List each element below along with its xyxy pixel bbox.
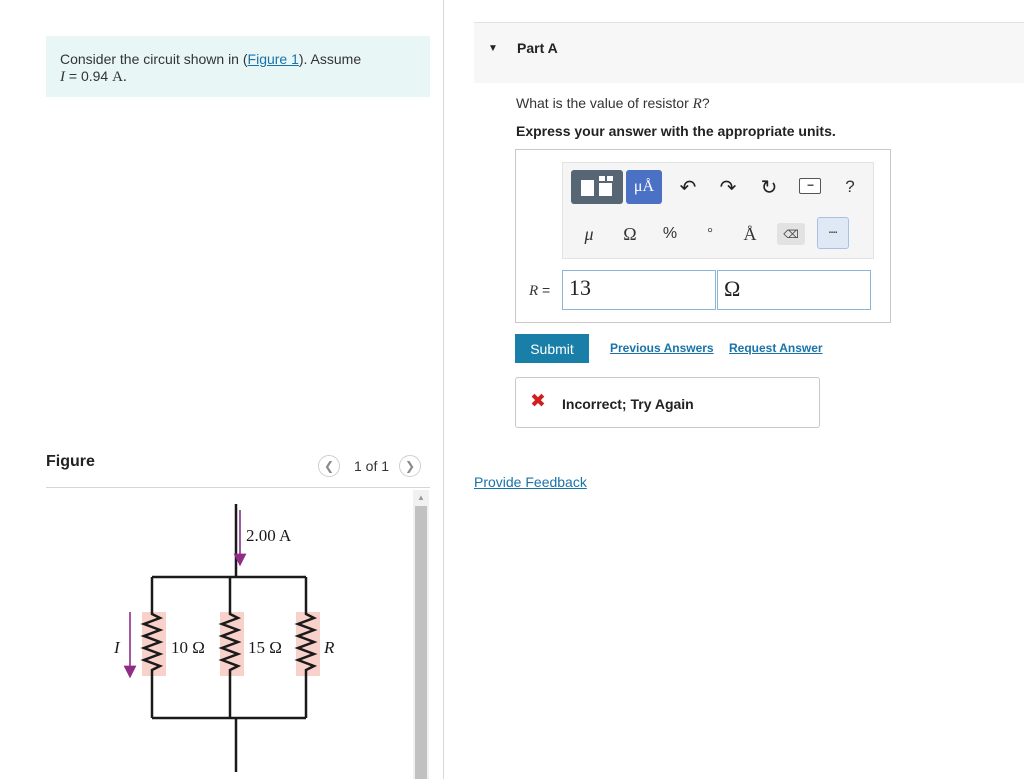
angstrom-button[interactable]: Å bbox=[735, 219, 765, 249]
top-current-label: 2.00 A bbox=[246, 526, 292, 545]
answer-equals: = bbox=[538, 282, 551, 298]
current-unit: A bbox=[112, 69, 123, 85]
answer-variable: R bbox=[529, 283, 539, 299]
provide-feedback-link[interactable]: Provide Feedback bbox=[474, 474, 587, 490]
unit-input[interactable]: Ω bbox=[717, 270, 871, 310]
problem-text-2: ). Assume bbox=[298, 51, 362, 67]
redo-icon[interactable]: ↷ bbox=[715, 174, 741, 200]
ohm-button[interactable]: Ω bbox=[615, 219, 645, 249]
keyboard-toggle-icon[interactable]: ▪▪▪▪ bbox=[817, 217, 849, 249]
figure-counter: 1 of 1 bbox=[354, 458, 390, 474]
left-pane: Consider the circuit shown in (Figure 1)… bbox=[0, 0, 444, 779]
help-icon[interactable]: ? bbox=[839, 174, 861, 200]
undo-icon[interactable]: ↶ bbox=[675, 174, 701, 200]
resistor-label-15: 15 Ω bbox=[248, 638, 282, 657]
request-answer-link[interactable]: Request Answer bbox=[729, 341, 823, 355]
resistor-r bbox=[294, 608, 320, 676]
units-button[interactable]: μÅ bbox=[626, 170, 662, 204]
keyboard-icon[interactable]: ▪▪▪▪▪ bbox=[799, 178, 821, 194]
resistor-15-ohm bbox=[218, 608, 244, 676]
incorrect-x-icon: ✖ bbox=[530, 391, 546, 412]
scroll-up-icon[interactable]: ▲ bbox=[413, 492, 429, 504]
current-equals: = 0.94 bbox=[65, 68, 113, 84]
answer-instruction: Express your answer with the appropriate… bbox=[516, 123, 836, 139]
question-suffix: ? bbox=[701, 95, 710, 111]
resistor-label-r: R bbox=[323, 638, 335, 657]
answer-panel: μÅ ↶ ↷ ↻ ▪▪▪▪▪ ? μ Ω % ° Å ⌫ ▪▪▪▪ R = 13… bbox=[515, 149, 891, 323]
right-pane: ▼ Part A What is the value of resistor R… bbox=[474, 0, 1024, 779]
answer-label: R = bbox=[529, 282, 550, 300]
feedback-message: ✖ Incorrect; Try Again bbox=[515, 377, 820, 428]
question-prefix: What is the value of resistor bbox=[516, 95, 693, 111]
delete-icon[interactable]: ⌫ bbox=[777, 223, 805, 245]
resistor-label-10: 10 Ω bbox=[171, 638, 205, 657]
chevron-right-icon[interactable]: ❯ bbox=[399, 455, 422, 477]
mu-button[interactable]: μ bbox=[574, 219, 604, 249]
current-i-label: I bbox=[113, 638, 121, 657]
question-text: What is the value of resistor R? bbox=[516, 95, 710, 113]
scrollbar-thumb[interactable] bbox=[415, 506, 427, 779]
math-toolbar: μÅ ↶ ↷ ↻ ▪▪▪▪▪ ? μ Ω % ° Å ⌫ ▪▪▪▪ bbox=[562, 162, 874, 259]
submit-button[interactable]: Submit bbox=[515, 334, 589, 363]
feedback-status: Incorrect; Try Again bbox=[562, 396, 694, 412]
part-title: Part A bbox=[517, 40, 558, 56]
problem-period: . bbox=[122, 69, 127, 85]
problem-text: Consider the circuit shown in ( bbox=[60, 51, 248, 67]
figure-scrollbar[interactable]: ▲ bbox=[413, 490, 429, 779]
reset-icon[interactable]: ↻ bbox=[756, 174, 782, 200]
figure-heading: Figure bbox=[46, 453, 95, 470]
chevron-left-icon[interactable]: ❮ bbox=[318, 455, 340, 477]
circuit-diagram: 2.00 A I 10 Ω 15 Ω R bbox=[113, 504, 335, 772]
question-variable: R bbox=[692, 96, 702, 112]
figure-navigation: ❮ 1 of 1 ❯ bbox=[318, 454, 422, 478]
percent-button[interactable]: % bbox=[655, 219, 685, 249]
previous-answers-link[interactable]: Previous Answers bbox=[610, 341, 714, 355]
figure-link[interactable]: Figure 1 bbox=[248, 51, 299, 67]
templates-icon[interactable] bbox=[571, 170, 623, 204]
degree-button[interactable]: ° bbox=[695, 219, 725, 249]
resistor-10-ohm bbox=[140, 608, 166, 676]
part-header[interactable]: ▼ Part A bbox=[474, 22, 1024, 83]
figure-divider bbox=[46, 487, 430, 488]
value-input[interactable]: 13 bbox=[562, 270, 716, 310]
collapse-caret-icon[interactable]: ▼ bbox=[488, 43, 498, 54]
problem-statement: Consider the circuit shown in (Figure 1)… bbox=[46, 36, 430, 97]
